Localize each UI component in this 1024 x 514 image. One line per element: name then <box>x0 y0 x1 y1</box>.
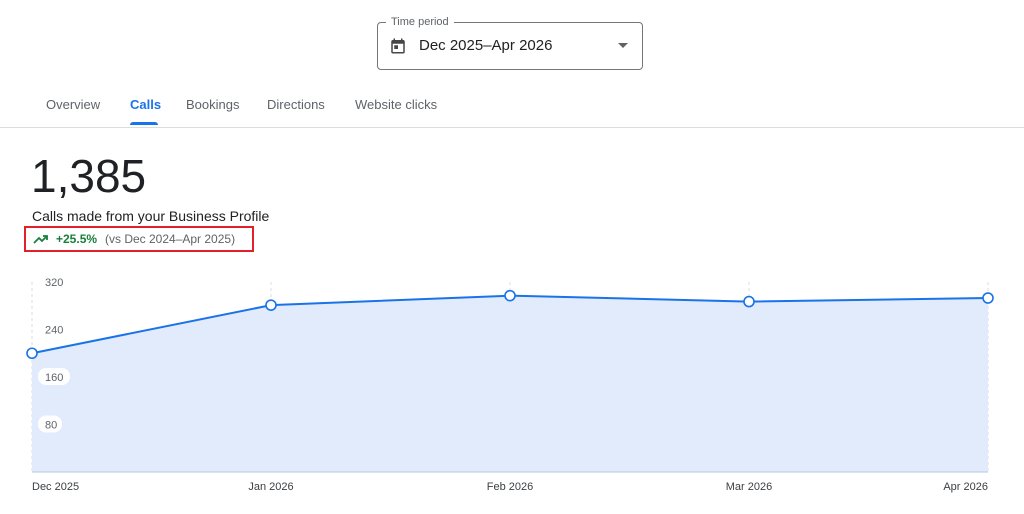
svg-text:240: 240 <box>45 325 63 337</box>
tab-directions[interactable]: Directions <box>267 97 325 113</box>
dropdown-arrow-icon[interactable] <box>618 43 628 48</box>
data-point[interactable] <box>265 299 277 311</box>
data-point[interactable] <box>26 347 38 360</box>
active-tab-indicator <box>130 122 158 125</box>
change-comparison: (vs Dec 2024–Apr 2025) <box>105 232 236 246</box>
tab-calls[interactable]: Calls <box>130 97 161 113</box>
time-period-value: Dec 2025–Apr 2026 <box>419 37 553 54</box>
svg-text:160: 160 <box>45 372 63 384</box>
data-point[interactable] <box>743 295 755 308</box>
svg-text:80: 80 <box>45 420 57 432</box>
change-highlight-box: +25.5% (vs Dec 2024–Apr 2025) <box>24 226 254 252</box>
x-tick-label: Apr 2026 <box>943 481 988 493</box>
data-point[interactable] <box>504 289 516 302</box>
metric-value: 1,385 <box>31 150 147 202</box>
tab-bookings[interactable]: Bookings <box>186 97 239 113</box>
y-tick-label: 320 <box>38 273 70 290</box>
y-tick-label: 80 <box>38 415 62 433</box>
metric-label: Calls made from your Business Profile <box>32 208 270 224</box>
tab-overview[interactable]: Overview <box>46 97 100 113</box>
time-period-dropdown[interactable]: Time period Dec 2025–Apr 2026 <box>377 15 643 70</box>
calls-chart: 80 160 240 320 Dec 2025 Jan 2026 Feb 2026 Mar … <box>26 273 994 493</box>
tab-website-clicks[interactable]: Website clicks <box>355 97 437 113</box>
data-point[interactable] <box>982 292 994 304</box>
svg-text:320: 320 <box>45 277 63 289</box>
x-tick-label: Feb 2026 <box>487 481 533 493</box>
change-percentage: +25.5% <box>56 232 98 246</box>
y-tick-label: 240 <box>38 320 70 338</box>
calendar-icon <box>391 38 405 54</box>
metrics-tabs: Overview Calls Bookings Directions Websi… <box>0 84 1024 128</box>
time-period-legend: Time period <box>386 15 454 29</box>
trending-up-icon <box>33 235 48 244</box>
x-tick-label: Dec 2025 <box>32 481 79 493</box>
y-tick-label: 160 <box>38 368 70 385</box>
x-tick-label: Mar 2026 <box>726 481 772 493</box>
x-tick-label: Jan 2026 <box>248 481 293 493</box>
chart-area <box>32 295 988 472</box>
